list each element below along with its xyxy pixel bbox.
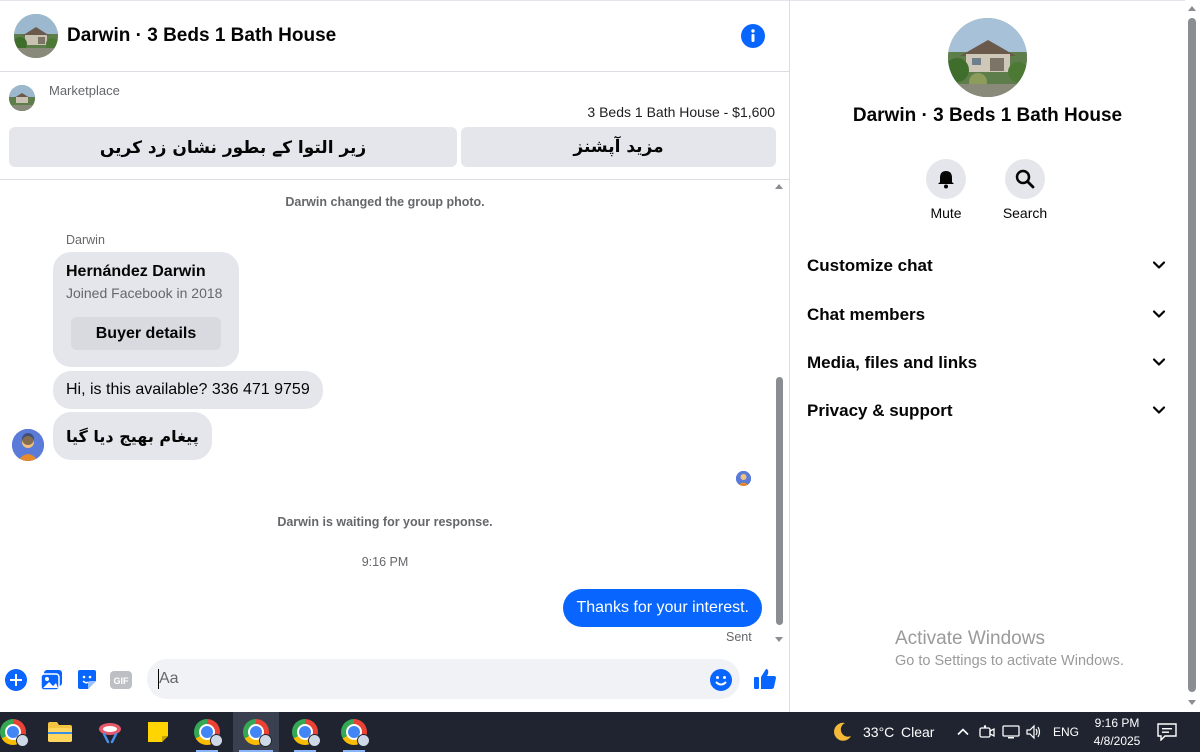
section-label: Customize chat bbox=[807, 256, 933, 275]
system-message-waiting: Darwin is waiting for your response. bbox=[277, 515, 493, 529]
message-list: Darwin changed the group photo. Darwin H… bbox=[0, 180, 789, 650]
sticky-notes-icon bbox=[148, 722, 168, 742]
thumbs-up-icon[interactable] bbox=[752, 666, 778, 692]
sender-name: Darwin bbox=[66, 233, 105, 247]
clock-time[interactable]: 9:16 PM bbox=[1093, 716, 1141, 730]
section-label: Media, files and links bbox=[807, 353, 978, 372]
taskbar-snipping-tool[interactable] bbox=[87, 712, 133, 752]
taskbar-chrome-window[interactable] bbox=[331, 712, 377, 752]
chevron-down-icon bbox=[1152, 261, 1166, 269]
mute-label: Mute bbox=[930, 205, 962, 221]
buyer-card: Hernández Darwin Joined Facebook in 2018… bbox=[53, 252, 239, 367]
group-avatar[interactable] bbox=[948, 18, 1027, 97]
mark-pending-button[interactable]: زیر التوا کے بطور نشان زد کریں bbox=[9, 127, 457, 167]
section-media-files-links[interactable]: Media, files and links bbox=[790, 341, 1185, 385]
app-window: Darwin · 3 Beds 1 Bath House Marketplace… bbox=[0, 0, 1200, 752]
taskbar-sticky-notes[interactable] bbox=[135, 712, 181, 752]
taskbar: 33°C Clear ENG 9:16 PM 4/8/2025 bbox=[0, 712, 1200, 752]
search-icon[interactable] bbox=[1005, 159, 1045, 199]
plus-icon[interactable] bbox=[4, 668, 28, 692]
svg-text:GIF: GIF bbox=[114, 676, 130, 686]
buyer-name: Hernández Darwin bbox=[66, 263, 206, 280]
activate-windows-title: Activate Windows bbox=[895, 628, 1045, 649]
taskbar-file-explorer[interactable] bbox=[37, 712, 83, 752]
snipping-tool-icon bbox=[99, 723, 121, 744]
composer: GIF bbox=[0, 650, 789, 712]
taskbar-chrome-app[interactable] bbox=[0, 712, 36, 752]
clock-date[interactable]: 4/8/2025 bbox=[1091, 734, 1143, 748]
moon-icon[interactable] bbox=[831, 721, 853, 743]
text-caret bbox=[158, 669, 159, 689]
photo-icon[interactable] bbox=[40, 668, 64, 692]
window-scrollbar[interactable] bbox=[1185, 0, 1200, 712]
taskbar-chrome-window[interactable] bbox=[282, 712, 328, 752]
folder-icon bbox=[48, 722, 72, 742]
activate-windows-subtitle: Go to Settings to activate Windows. bbox=[895, 653, 1124, 669]
outgoing-message[interactable]: Thanks for your interest. bbox=[563, 589, 762, 627]
seen-receipt-avatar bbox=[736, 471, 751, 486]
section-customize-chat[interactable]: Customize chat bbox=[790, 244, 1185, 288]
section-label: Privacy & support bbox=[807, 401, 953, 420]
chat-avatar[interactable] bbox=[14, 14, 58, 58]
message-input[interactable] bbox=[147, 659, 740, 699]
bell-icon[interactable] bbox=[926, 159, 966, 199]
notification-icon[interactable] bbox=[1157, 723, 1177, 741]
message-timestamp: 9:16 PM bbox=[361, 555, 409, 569]
profile-badge-icon bbox=[357, 734, 370, 747]
section-label: Chat members bbox=[807, 305, 926, 324]
taskbar-chrome-window-active[interactable] bbox=[233, 712, 279, 752]
sent-status: Sent bbox=[726, 630, 752, 644]
sender-avatar[interactable] bbox=[12, 429, 44, 461]
mute-button[interactable]: Mute bbox=[911, 159, 981, 221]
chat-title[interactable]: Darwin · 3 Beds 1 Bath House bbox=[67, 25, 336, 47]
section-chat-members[interactable]: Chat members bbox=[790, 293, 1185, 337]
scroll-down-arrow-icon[interactable] bbox=[1188, 700, 1196, 705]
search-button[interactable]: Search bbox=[990, 159, 1060, 221]
meet-now-icon[interactable] bbox=[978, 723, 996, 741]
chat-header: Darwin · 3 Beds 1 Bath House bbox=[0, 0, 789, 72]
details-title: Darwin · 3 Beds 1 Bath House bbox=[852, 105, 1123, 126]
incoming-message[interactable]: پیغام بھیج دیا گیا bbox=[53, 412, 212, 460]
language-indicator[interactable]: ENG bbox=[1053, 725, 1079, 739]
message-scrollbar[interactable] bbox=[774, 182, 786, 644]
profile-badge-icon bbox=[259, 734, 272, 747]
scroll-up-arrow-icon[interactable] bbox=[775, 184, 783, 189]
profile-badge-icon bbox=[16, 734, 29, 747]
chat-pane: Darwin · 3 Beds 1 Bath House Marketplace… bbox=[0, 0, 790, 712]
chevron-down-icon bbox=[1152, 310, 1166, 318]
network-icon[interactable] bbox=[1002, 723, 1020, 741]
buyer-joined-text: Joined Facebook in 2018 bbox=[66, 285, 223, 301]
weather-condition[interactable]: Clear bbox=[901, 724, 934, 740]
taskbar-chrome-window[interactable] bbox=[184, 712, 230, 752]
scroll-down-arrow-icon[interactable] bbox=[775, 637, 783, 642]
chevron-up-icon[interactable] bbox=[954, 723, 972, 741]
section-privacy-support[interactable]: Privacy & support bbox=[790, 389, 1185, 433]
system-message-photo: Darwin changed the group photo. bbox=[285, 195, 485, 209]
info-icon[interactable] bbox=[741, 24, 765, 48]
profile-badge-icon bbox=[210, 734, 223, 747]
gif-icon[interactable]: GIF bbox=[109, 668, 133, 692]
marketplace-label: Marketplace bbox=[49, 83, 120, 98]
emoji-icon[interactable] bbox=[709, 668, 733, 692]
profile-badge-icon bbox=[308, 734, 321, 747]
buyer-details-button[interactable]: Buyer details bbox=[71, 317, 221, 350]
details-pane: Darwin · 3 Beds 1 Bath House Mute Search… bbox=[790, 0, 1185, 712]
more-options-button[interactable]: مزید آپشنز bbox=[461, 127, 776, 167]
marketplace-bar: Marketplace 3 Beds 1 Bath House - $1,600… bbox=[0, 72, 789, 180]
listing-thumbnail[interactable] bbox=[9, 85, 35, 111]
window-scrollbar-thumb[interactable] bbox=[1188, 18, 1196, 692]
chevron-down-icon bbox=[1152, 358, 1166, 366]
incoming-message[interactable]: Hi, is this available? 336 471 9759 bbox=[53, 371, 323, 409]
scroll-up-arrow-icon[interactable] bbox=[1188, 6, 1196, 11]
volume-icon[interactable] bbox=[1025, 723, 1043, 741]
scrollbar-thumb[interactable] bbox=[776, 377, 783, 625]
listing-title[interactable]: 3 Beds 1 Bath House - $1,600 bbox=[587, 104, 775, 120]
sticker-icon[interactable] bbox=[75, 668, 99, 692]
chevron-down-icon bbox=[1152, 406, 1166, 414]
search-label: Search bbox=[1002, 205, 1048, 221]
weather-temperature[interactable]: 33°C bbox=[863, 724, 894, 740]
